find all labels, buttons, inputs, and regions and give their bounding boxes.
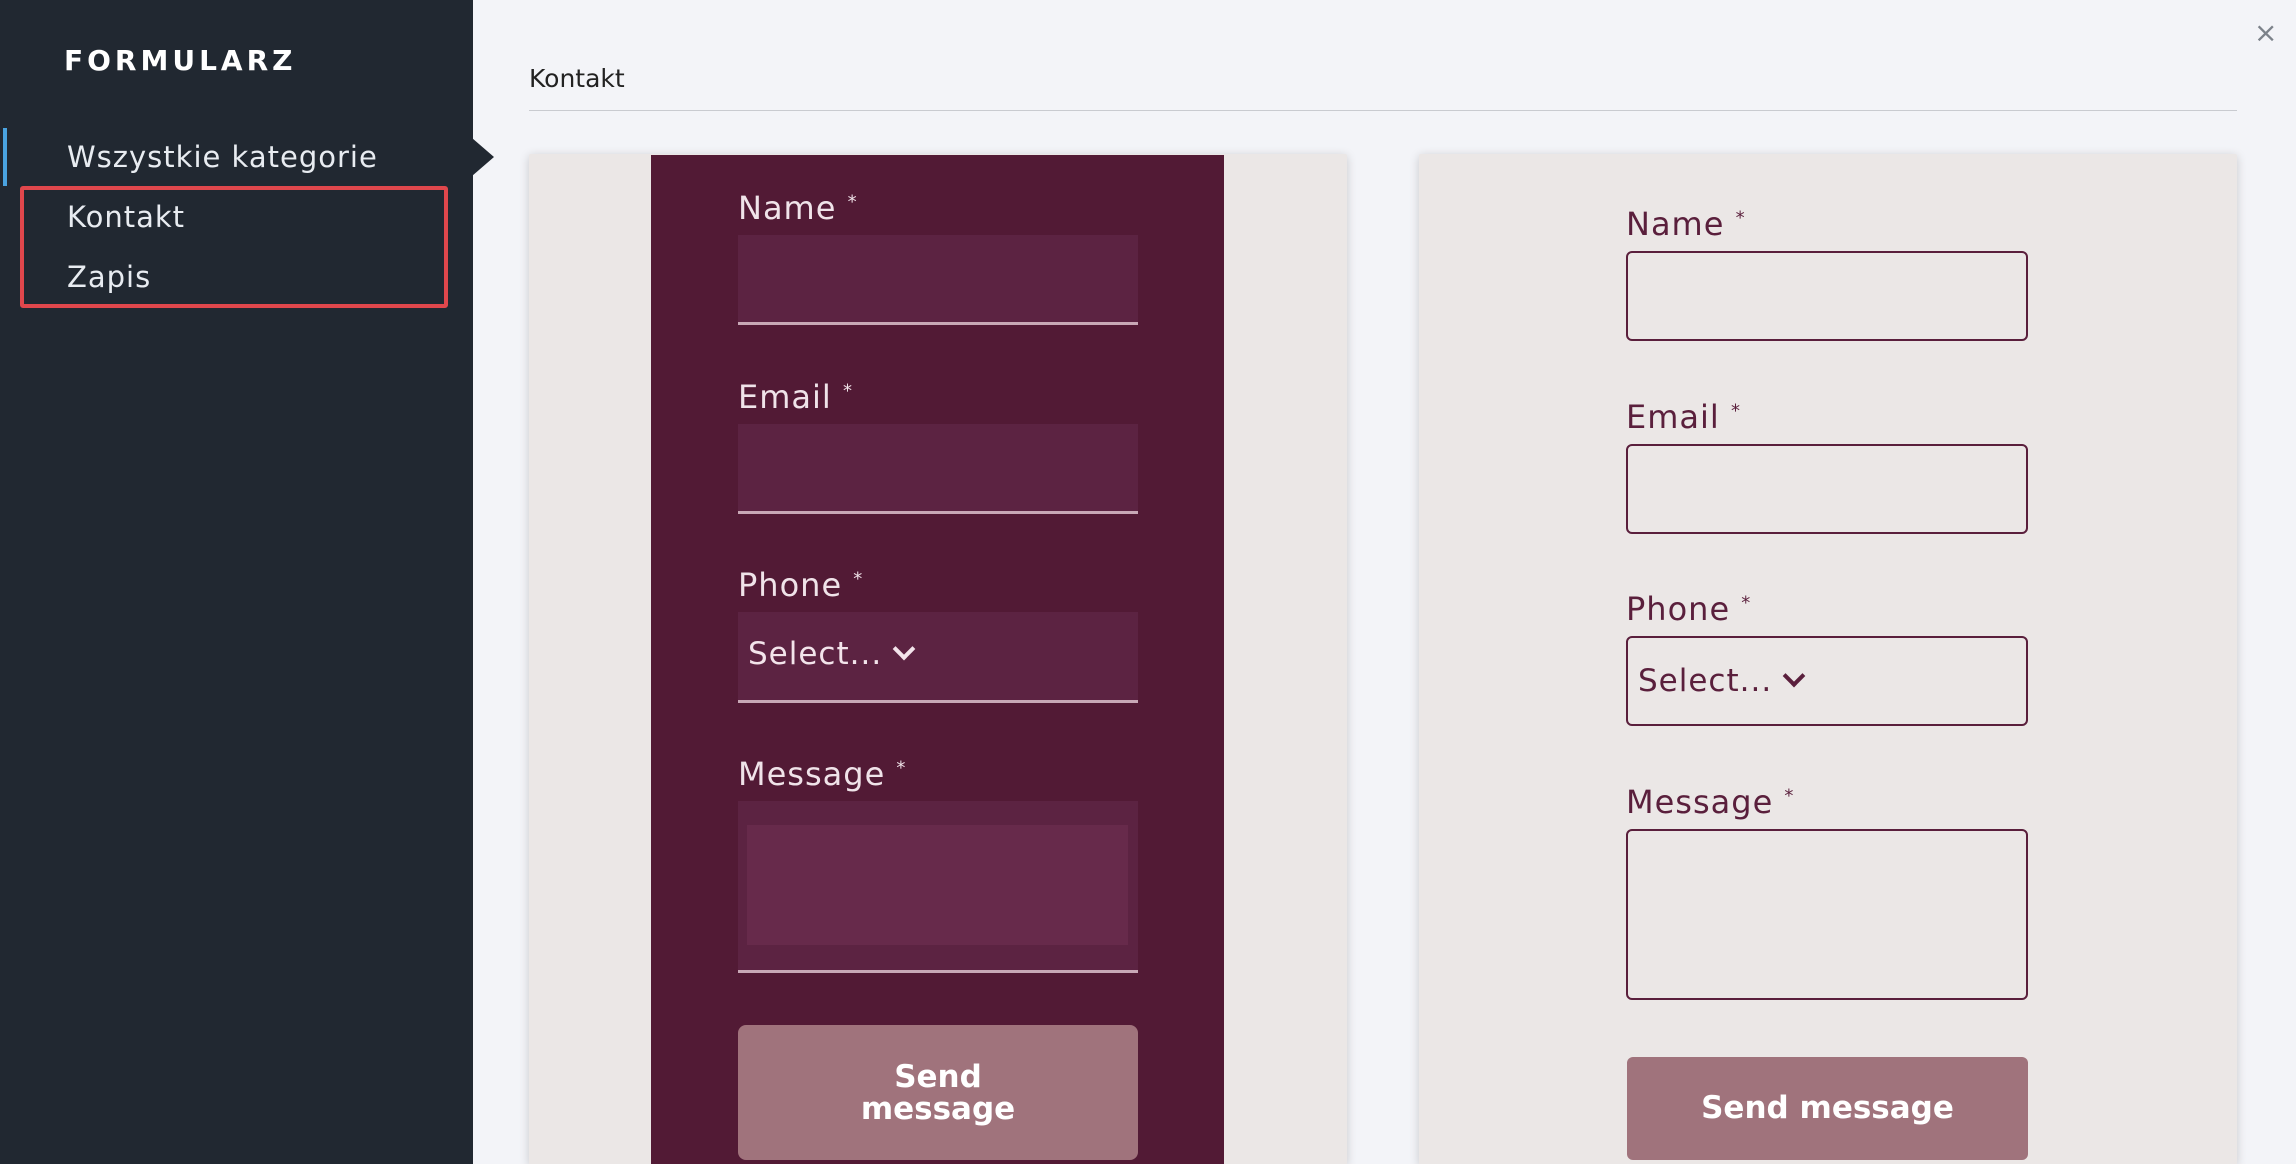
app-brand: FORMULARZ [64, 44, 297, 77]
phone-select-value: Select... [1638, 663, 1806, 699]
page-title: Kontakt [529, 64, 625, 93]
active-indicator [3, 128, 7, 186]
message-label: Message * [1626, 783, 1795, 821]
chevron-down-icon [1782, 664, 1806, 688]
message-textarea[interactable] [1626, 829, 2028, 1000]
message-label: Message * [738, 755, 907, 793]
phone-label: Phone * [738, 566, 864, 604]
email-input[interactable] [1626, 444, 2028, 534]
phone-select[interactable]: Select... [1626, 636, 2028, 726]
send-message-button[interactable]: Send message [1627, 1057, 2028, 1160]
button-label-line2: message [860, 1091, 1016, 1127]
name-input[interactable] [1626, 251, 2028, 341]
active-arrow-icon [472, 138, 494, 176]
button-label-line1: Send [894, 1059, 982, 1095]
phone-label: Phone * [1626, 590, 1752, 628]
name-label: Name * [738, 189, 858, 227]
divider [529, 110, 2237, 111]
email-label: Email * [1626, 398, 1741, 436]
selection-highlight [20, 186, 448, 308]
phone-select-value: Select... [748, 636, 916, 672]
close-icon[interactable]: × [2254, 16, 2277, 49]
email-label: Email * [738, 378, 853, 416]
email-input[interactable] [738, 424, 1138, 514]
sidebar: FORMULARZ Wszystkie kategorie Kontakt Za… [0, 0, 473, 1164]
chevron-down-icon [892, 637, 916, 661]
sidebar-item-all-categories[interactable]: Wszystkie kategorie [67, 140, 378, 174]
phone-select[interactable]: Select... [738, 612, 1138, 703]
textarea-box [747, 825, 1128, 945]
send-message-button[interactable]: Send message [738, 1025, 1138, 1160]
name-input[interactable] [738, 235, 1138, 325]
name-label: Name * [1626, 205, 1746, 243]
message-textarea[interactable] [738, 801, 1138, 973]
